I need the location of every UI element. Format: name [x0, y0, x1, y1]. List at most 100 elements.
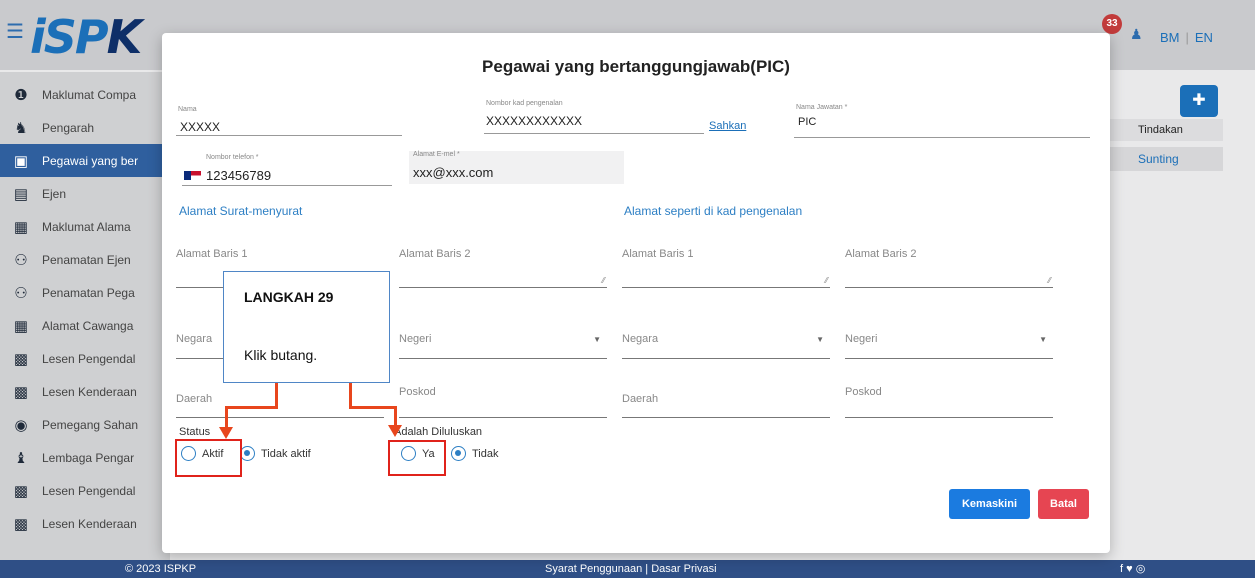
radio-selected-icon [451, 446, 466, 461]
sidebar-item-maklumat-company[interactable]: ❶ Maklumat Compa [0, 78, 170, 111]
sidebar-item-penamatan-ejen[interactable]: ⚇ Penamatan Ejen [0, 243, 170, 276]
field-underline [845, 287, 1053, 288]
daerah-field[interactable]: Daerah [176, 390, 384, 418]
language-switcher: BM | EN [1160, 30, 1213, 45]
jawatan-field[interactable]: Nama Jawatan * PIC [794, 104, 1090, 138]
user-icon[interactable]: ♟ [1130, 26, 1143, 44]
address-book-icon: ▦ [13, 317, 29, 335]
nama-value: XXXXX [180, 120, 221, 134]
highlight-aktif [175, 439, 242, 477]
sidebar-item-label: Maklumat Alama [42, 219, 131, 234]
sidebar-item-label: Penamatan Pega [42, 285, 135, 300]
placeholder: Daerah [622, 393, 659, 405]
diluluskan-tidak-radio[interactable]: Tidak [451, 446, 499, 461]
contact-card-icon: ▤ [13, 185, 29, 203]
sidebar-item-lembaga-pengarah[interactable]: ♝ Lembaga Pengar [0, 441, 170, 474]
section-title-kad-pengenalan: Alamat seperti di kad pengenalan [624, 204, 803, 218]
field-underline [399, 287, 607, 288]
callout-step: LANGKAH 29 [244, 289, 334, 305]
malaysia-flag-icon[interactable] [184, 171, 201, 180]
field-underline [484, 133, 704, 134]
radio-label: Tidak aktif [261, 447, 311, 460]
notification-badge[interactable]: 33 [1102, 14, 1122, 34]
copyright-text: © 2023 ISPKP [125, 563, 197, 575]
ic-poskod-field[interactable]: Poskod [845, 386, 1053, 418]
email-label: Alamat E-mel * [413, 151, 460, 158]
ic-daerah-field[interactable]: Daerah [622, 390, 830, 418]
sidebar-item-lesen-kenderaan-1[interactable]: ▩ Lesen Kenderaan [0, 375, 170, 408]
arrow-line [275, 383, 278, 408]
status-tidak-aktif-radio[interactable]: Tidak aktif [240, 446, 311, 461]
social-icons[interactable]: f ♥ ◎ [1120, 562, 1145, 575]
field-underline [845, 417, 1053, 418]
resize-handle-icon[interactable]: ⁄⁄ [1048, 276, 1051, 285]
sahkan-link[interactable]: Sahkan [709, 120, 746, 132]
field-underline [182, 185, 392, 186]
sidebar-item-label: Pengarah [42, 120, 95, 135]
batal-button[interactable]: Batal [1038, 489, 1089, 519]
ic-value: XXXXXXXXXXXX [486, 114, 583, 128]
radio-label: Tidak [472, 447, 499, 460]
ic-alamat-baris-1-field[interactable]: Alamat Baris 1 ⁄⁄ [622, 248, 830, 288]
hamburger-menu-icon[interactable]: ☰ [6, 22, 28, 42]
field-underline [845, 358, 1053, 359]
sidebar-item-pengarah[interactable]: ♞ Pengarah [0, 111, 170, 144]
chevron-down-icon: ▼ [593, 335, 601, 344]
sidebar-item-ejen[interactable]: ▤ Ejen [0, 177, 170, 210]
lang-bm-link[interactable]: BM [1160, 30, 1180, 45]
field-underline [176, 135, 402, 136]
edit-link[interactable]: Sunting [1108, 147, 1223, 171]
ic-number-field[interactable]: Nombor kad pengenalan XXXXXXXXXXXX [484, 100, 704, 134]
lang-separator: | [1185, 30, 1189, 45]
ic-alamat-baris-2-field[interactable]: Alamat Baris 2 ⁄⁄ [845, 248, 1053, 288]
phone-field[interactable]: Nombor telefon * 123456789 [182, 154, 392, 186]
placeholder: Alamat Baris 2 [399, 248, 471, 260]
lang-en-link[interactable]: EN [1195, 30, 1213, 45]
sidebar-item-alamat-cawangan[interactable]: ▦ Alamat Cawanga [0, 309, 170, 342]
field-underline [176, 417, 384, 418]
chevron-down-icon: ▼ [1039, 335, 1047, 344]
field-underline [399, 358, 607, 359]
resize-handle-icon[interactable]: ⁄⁄ [602, 276, 605, 285]
placeholder: Negeri [845, 333, 878, 345]
email-field[interactable]: Alamat E-mel * xxx@xxx.com [409, 151, 624, 184]
kemaskini-button[interactable]: Kemaskini [949, 489, 1030, 519]
info-icon: ❶ [14, 86, 28, 104]
placeholder: Negara [176, 333, 213, 345]
add-user-button[interactable]: ✚ [1180, 85, 1218, 117]
add-user-icon: ✚ [1192, 92, 1206, 109]
id-badge-icon: ▣ [13, 152, 29, 170]
briefcase-icon: ▩ [13, 515, 29, 533]
briefcase-icon: ▩ [13, 383, 29, 401]
sidebar-item-label: Alamat Cawanga [42, 318, 134, 333]
sidebar: ❶ Maklumat Compa ♞ Pengarah ▣ Pegawai yang … [0, 72, 170, 560]
arrow-head-icon [219, 427, 233, 439]
alamat-baris-2-field[interactable]: Alamat Baris 2 ⁄⁄ [399, 248, 607, 288]
sidebar-item-pemegang-saham[interactable]: ◉ Pemegang Sahan [0, 408, 170, 441]
sidebar-item-label: Lesen Kenderaan [42, 516, 137, 531]
sidebar-item-lesen-pengendali-2[interactable]: ▩ Lesen Pengendal [0, 474, 170, 507]
footer-links[interactable]: Syarat Penggunaan | Dasar Privasi [545, 563, 717, 575]
sidebar-item-lesen-pengendali-1[interactable]: ▩ Lesen Pengendal [0, 342, 170, 375]
resize-handle-icon[interactable]: ⁄⁄ [825, 276, 828, 285]
sidebar-item-lesen-kenderaan-2[interactable]: ▩ Lesen Kenderaan [0, 507, 170, 540]
jawatan-value: PIC [798, 116, 817, 128]
negeri-select[interactable]: Negeri ▼ [399, 333, 607, 359]
ic-negara-select[interactable]: Negara ▼ [622, 333, 830, 359]
diluluskan-label: Adalah Diluluskan [394, 426, 483, 438]
sidebar-item-label: Penamatan Ejen [42, 252, 131, 267]
sidebar-item-maklumat-alamat[interactable]: ▦ Maklumat Alama [0, 210, 170, 243]
sidebar-item-label: Ejen [42, 186, 67, 201]
sidebar-item-penamatan-pegawai[interactable]: ⚇ Penamatan Pega [0, 276, 170, 309]
sidebar-item-pegawai[interactable]: ▣ Pegawai yang ber [0, 144, 170, 177]
address-book-icon: ▦ [13, 218, 29, 236]
sidebar-item-label: Lesen Pengendal [42, 351, 136, 366]
ic-negeri-select[interactable]: Negeri ▼ [845, 333, 1053, 359]
arrow-line [349, 406, 397, 409]
arrow-line [394, 406, 397, 426]
placeholder: Negara [622, 333, 659, 345]
nama-field[interactable]: Nama XXXXX [176, 106, 402, 136]
briefcase-icon: ▩ [13, 350, 29, 368]
poskod-field[interactable]: Poskod [399, 386, 607, 418]
sidebar-item-label: Pemegang Sahan [42, 417, 139, 432]
